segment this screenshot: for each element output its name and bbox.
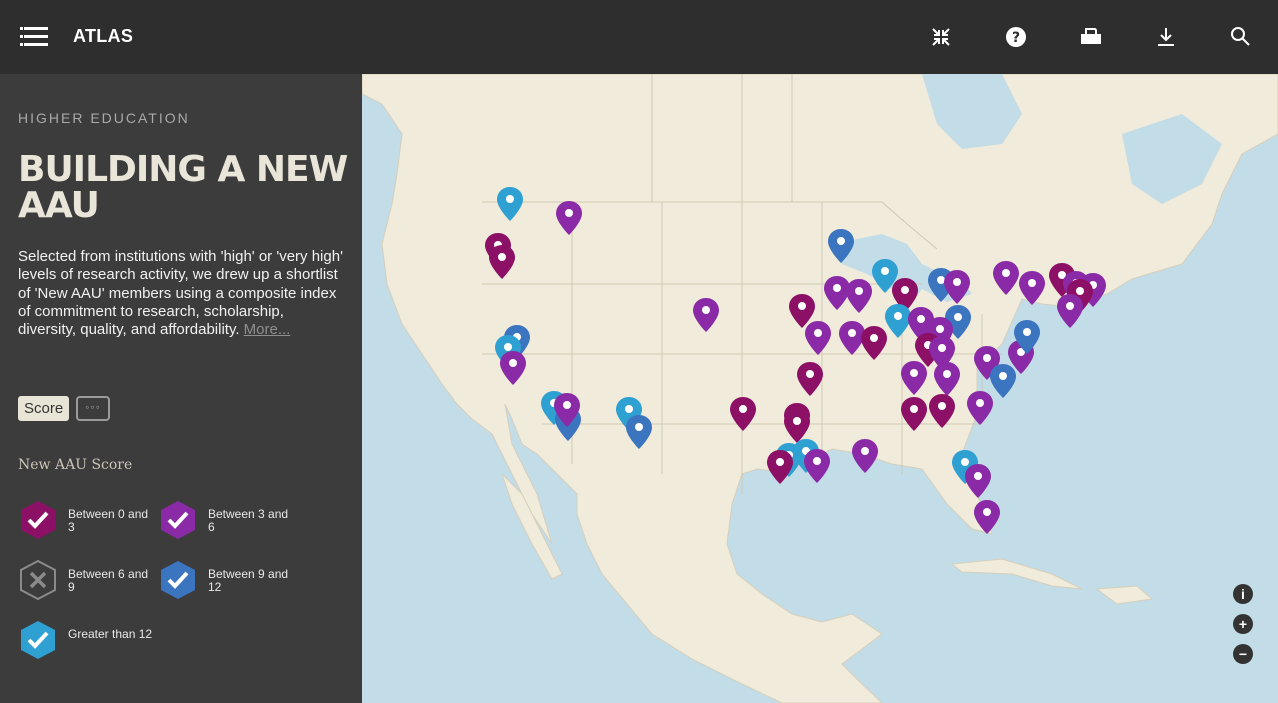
- university-marker[interactable]: [496, 186, 524, 222]
- check-hexagon-icon: [161, 501, 195, 539]
- sidebar: HIGHER EDUCATION BUILDING A NEW AAU Sele…: [0, 74, 362, 703]
- legend-item-6-9[interactable]: Between 6 and 9: [18, 559, 158, 601]
- university-marker[interactable]: [900, 360, 928, 396]
- map-pin-icon: [797, 362, 823, 396]
- map-pin-icon: [730, 397, 756, 431]
- map-pin-icon: [965, 464, 991, 498]
- check-hexagon-icon: [161, 561, 195, 599]
- map-pin-icon: [554, 393, 580, 427]
- map-pin-icon: [693, 298, 719, 332]
- legend-label: Between 3 and 6: [208, 507, 289, 534]
- top-bar: ATLAS ?: [0, 0, 1278, 74]
- university-marker[interactable]: [553, 392, 581, 428]
- university-marker[interactable]: [992, 260, 1020, 296]
- legend-item-9-12[interactable]: Between 9 and 12: [158, 559, 298, 601]
- map-pin-icon: [626, 415, 652, 449]
- hispaniola: [1095, 585, 1154, 605]
- zoom-in-button[interactable]: +: [1233, 614, 1253, 634]
- map-pin-icon: [993, 261, 1019, 295]
- legend-title: New AAU Score: [18, 457, 133, 473]
- check-hexagon-icon: [21, 621, 55, 659]
- map-pin-icon: [929, 394, 955, 428]
- description: Selected from institutions with 'high' o…: [18, 248, 343, 339]
- map-pin-icon: [767, 450, 793, 484]
- map-pin-icon: [556, 201, 582, 235]
- university-marker[interactable]: [933, 361, 961, 397]
- brand-title[interactable]: ATLAS: [73, 26, 133, 47]
- menu-icon[interactable]: [20, 24, 50, 50]
- university-marker[interactable]: [964, 463, 992, 499]
- score-button[interactable]: Score: [18, 396, 70, 421]
- map-canvas[interactable]: i + −: [362, 74, 1278, 703]
- university-marker[interactable]: [1013, 319, 1041, 355]
- map-pin-icon: [1014, 320, 1040, 354]
- university-marker[interactable]: [555, 200, 583, 236]
- map-pin-icon: [500, 351, 526, 385]
- university-marker[interactable]: [1056, 293, 1084, 329]
- map-pin-icon: [804, 449, 830, 483]
- legend-item-3-6[interactable]: Between 3 and 6: [158, 499, 298, 541]
- legend-item-gt-12[interactable]: Greater than 12: [18, 619, 158, 661]
- map-pin-icon: [1019, 271, 1045, 305]
- download-icon[interactable]: [1151, 22, 1181, 52]
- print-icon[interactable]: [1076, 22, 1106, 52]
- university-marker[interactable]: [851, 438, 879, 474]
- zoom-out-button[interactable]: −: [1233, 644, 1253, 664]
- university-marker[interactable]: [827, 228, 855, 264]
- university-marker[interactable]: [804, 320, 832, 356]
- info-icon[interactable]: i: [1233, 584, 1253, 604]
- university-marker[interactable]: [900, 396, 928, 432]
- section-kicker: HIGHER EDUCATION: [18, 110, 190, 126]
- legend-label: Greater than 12: [68, 627, 153, 641]
- map-pin-icon: [934, 362, 960, 396]
- more-link[interactable]: More...: [244, 321, 291, 338]
- collapse-icon[interactable]: [926, 22, 956, 52]
- map-pin-icon: [901, 361, 927, 395]
- university-marker[interactable]: [1018, 270, 1046, 306]
- cuba: [950, 558, 1083, 590]
- university-marker[interactable]: [729, 396, 757, 432]
- svg-text:?: ?: [1012, 30, 1020, 46]
- university-marker[interactable]: [973, 499, 1001, 535]
- description-text: Selected from institutions with 'high' o…: [18, 248, 343, 339]
- x-hexagon-icon: [20, 559, 56, 601]
- university-marker[interactable]: [803, 448, 831, 484]
- search-icon[interactable]: [1226, 22, 1256, 52]
- map-pin-icon: [489, 245, 515, 279]
- help-icon[interactable]: ?: [1001, 22, 1031, 52]
- map-pin-icon: [901, 397, 927, 431]
- page-title: BUILDING A NEW AAU: [18, 149, 348, 226]
- legend-label: Between 0 and 3: [68, 507, 149, 534]
- map-pin-icon: [805, 321, 831, 355]
- university-marker[interactable]: [766, 449, 794, 485]
- university-marker[interactable]: [499, 350, 527, 386]
- map-pin-icon: [846, 279, 872, 313]
- options-button[interactable]: ◦◦◦: [76, 396, 110, 421]
- university-marker[interactable]: [692, 297, 720, 333]
- map-pin-icon: [497, 187, 523, 221]
- map-pin-icon: [852, 439, 878, 473]
- university-marker[interactable]: [488, 244, 516, 280]
- map-pin-icon: [1057, 294, 1083, 328]
- legend-label: Between 6 and 9: [68, 567, 149, 594]
- university-marker[interactable]: [796, 361, 824, 397]
- university-marker[interactable]: [928, 393, 956, 429]
- university-marker[interactable]: [943, 269, 971, 305]
- check-hexagon-icon: [21, 501, 55, 539]
- legend-item-0-3[interactable]: Between 0 and 3: [18, 499, 158, 541]
- map-pin-icon: [974, 500, 1000, 534]
- map-pin-icon: [828, 229, 854, 263]
- map-pin-icon: [944, 270, 970, 304]
- university-marker[interactable]: [845, 278, 873, 314]
- legend-label: Between 9 and 12: [208, 567, 289, 594]
- university-marker[interactable]: [625, 414, 653, 450]
